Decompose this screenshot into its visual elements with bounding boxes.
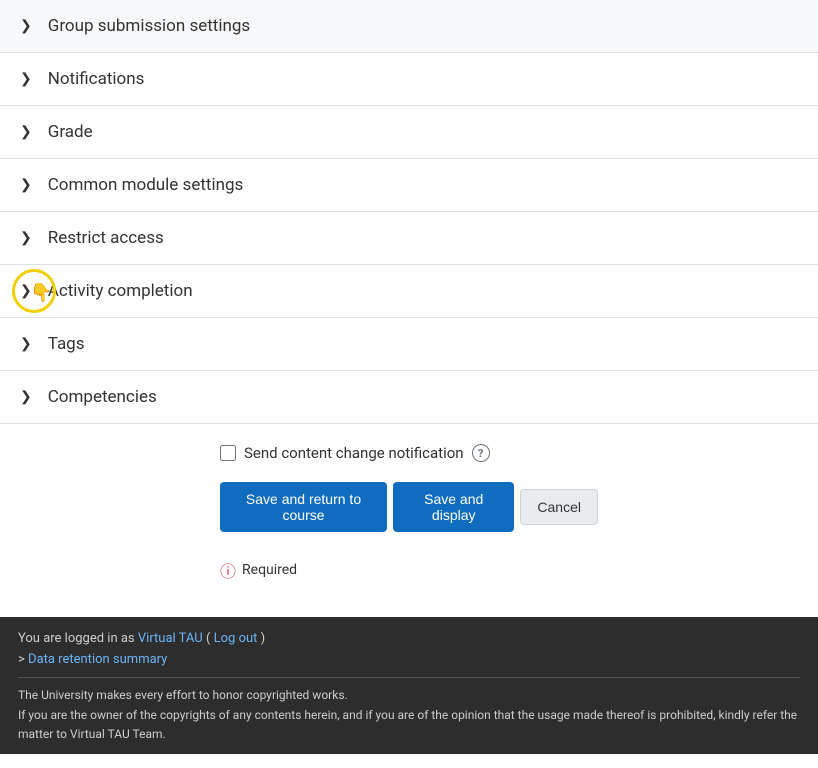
chevron-icon: ❯: [20, 18, 32, 34]
accordion-label-tags: Tags: [48, 334, 85, 354]
accordion-header-competencies[interactable]: ❯ Competencies: [0, 371, 818, 423]
help-icon[interactable]: ?: [472, 444, 490, 462]
footer-copyright: The University makes every effort to hon…: [18, 677, 800, 744]
chevron-icon: ❯: [20, 283, 32, 299]
button-row: Save and return to course Save and displ…: [220, 482, 598, 532]
accordion-label-group-submission: Group submission settings: [48, 16, 250, 36]
send-notification-label: Send content change notification: [244, 444, 464, 462]
accordion-label-common-module: Common module settings: [48, 175, 244, 195]
chevron-icon: ❯: [20, 177, 32, 193]
accordion-header-notifications[interactable]: ❯ Notifications: [0, 53, 818, 105]
site-footer: You are logged in as Virtual TAU ( Log o…: [0, 617, 818, 754]
accordion-label-activity-completion: Activity completion: [48, 281, 193, 301]
data-retention-link-wrapper: Data retention summary: [18, 652, 800, 667]
accordion-header-tags[interactable]: ❯ Tags: [0, 318, 818, 370]
save-display-button[interactable]: Save and display: [393, 482, 514, 532]
accordion-header-grade[interactable]: ❯ Grade: [0, 106, 818, 158]
chevron-wrapper: ❯ 👇: [20, 283, 48, 299]
accordion-item-competencies: ❯ Competencies: [0, 371, 818, 424]
footer-paren-close: ): [261, 631, 266, 646]
chevron-icon: ❯: [20, 336, 32, 352]
accordion-label-competencies: Competencies: [48, 387, 157, 407]
logged-in-prefix: You are logged in as: [18, 631, 138, 646]
required-row: ⓘ Required: [220, 552, 598, 588]
accordion-header-restrict-access[interactable]: ❯ Restrict access: [0, 212, 818, 264]
data-retention-link[interactable]: Data retention summary: [28, 652, 167, 667]
notification-row: Send content change notification ?: [220, 444, 598, 462]
footer-paren-open: (: [206, 631, 210, 646]
accordion-item-group-submission: ❯ Group submission settings: [0, 0, 818, 53]
accordion-header-activity-completion[interactable]: ❯ 👇 Activity completion: [0, 265, 818, 317]
accordion-label-restrict-access: Restrict access: [48, 228, 164, 248]
logout-link[interactable]: Log out: [214, 631, 258, 646]
save-return-button[interactable]: Save and return to course: [220, 482, 387, 532]
required-icon: ⓘ: [220, 558, 236, 582]
send-notification-checkbox[interactable]: [220, 445, 236, 461]
username-link[interactable]: Virtual TAU: [138, 631, 203, 646]
accordion-label-notifications: Notifications: [48, 69, 145, 89]
accordion-list: ❯ Group submission settings ❯ Notificati…: [0, 0, 818, 424]
required-text: Required: [242, 562, 297, 578]
accordion-header-group-submission[interactable]: ❯ Group submission settings: [0, 0, 818, 52]
accordion-item-common-module: ❯ Common module settings: [0, 159, 818, 212]
accordion-item-activity-completion: ❯ 👇 Activity completion: [0, 265, 818, 318]
copyright-line2: If you are the owner of the copyrights o…: [18, 706, 800, 744]
chevron-icon: ❯: [20, 230, 32, 246]
copyright-line1: The University makes every effort to hon…: [18, 686, 800, 705]
accordion-item-tags: ❯ Tags: [0, 318, 818, 371]
accordion-item-notifications: ❯ Notifications: [0, 53, 818, 106]
accordion-item-restrict-access: ❯ Restrict access: [0, 212, 818, 265]
chevron-icon: ❯: [20, 71, 32, 87]
accordion-header-common-module[interactable]: ❯ Common module settings: [0, 159, 818, 211]
accordion-item-grade: ❯ Grade: [0, 106, 818, 159]
form-area: Send content change notification ? Save …: [0, 424, 818, 608]
footer-login-line: You are logged in as Virtual TAU ( Log o…: [18, 631, 800, 646]
chevron-icon: ❯: [20, 124, 32, 140]
accordion-label-grade: Grade: [48, 122, 93, 142]
cancel-button[interactable]: Cancel: [520, 489, 598, 525]
chevron-icon: ❯: [20, 389, 32, 405]
